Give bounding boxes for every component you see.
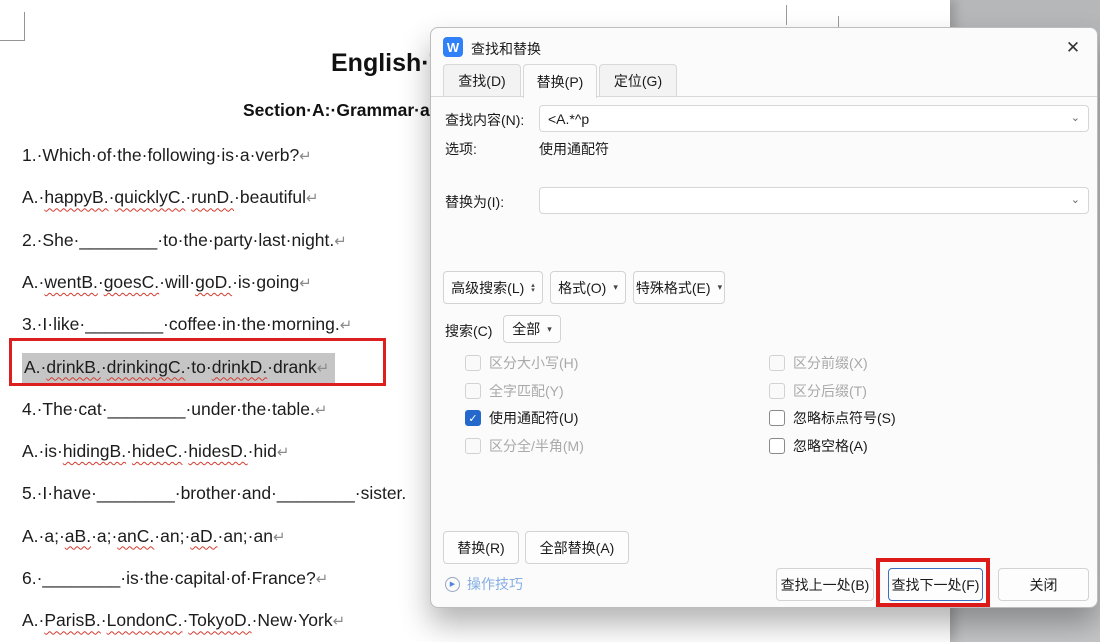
advanced-search-label: 高级搜索(L) [451,279,525,296]
checkbox-box-icon [465,382,481,399]
paragraph-mark-icon: ↵ [334,232,347,250]
special-format-button[interactable]: 特殊格式(E) ▾ [633,271,725,304]
paragraph-mark-icon: ↵ [299,148,312,165]
margin-tick-mark [838,16,839,27]
checkbox-label: 忽略标点符号(S) [793,410,896,427]
doc-line-4[interactable]: A.·wentB.·goesC.·will·goD.·is·going↵ [22,270,312,296]
dropdown-arrow-icon: ▾ [717,282,723,292]
checkbox-ignore-punctuation[interactable]: 忽略标点符号(S) [769,408,896,428]
checkbox-box-icon [465,438,481,455]
document-title: English·T [331,49,445,77]
find-previous-button[interactable]: 查找上一处(B) [776,568,874,601]
advanced-search-button[interactable]: 高级搜索(L) ▴ ▾ [443,271,543,304]
paragraph-mark-icon: ↵ [339,317,353,335]
checkbox-match-prefix: 区分前缀(X) [769,353,868,373]
special-format-label: 特殊格式(E) [635,279,711,296]
checkbox-use-wildcards[interactable]: ✓ 使用通配符(U) [465,408,578,428]
doc-line-9[interactable]: 5.·I·have·________·brother·and·________·… [22,481,406,505]
doc-line-12[interactable]: A.·ParisB.·LondonC.·TokyoD.·New·York↵ [22,608,345,634]
checkbox-box-icon [769,382,785,399]
options-value: 使用通配符 [539,141,609,157]
format-button[interactable]: 格式(O) ▾ [550,271,626,304]
tab-find[interactable]: 查找(D) [443,64,521,96]
checkbox-label: 使用通配符(U) [489,410,579,427]
doc-line-3[interactable]: 2.·She·________·to·the·party·last·night.… [22,228,347,254]
replace-all-button[interactable]: 全部替换(A) [525,531,629,564]
find-replace-dialog: W 查找和替换 ✕ 查找(D) 替换(P) 定位(G) 查找内容(N): <A.*^… [430,27,1098,608]
dropdown-arrow-icon: ▾ [613,282,618,292]
checkbox-whole-word: 全字匹配(Y) [465,381,564,401]
checkbox-box-icon [769,438,785,455]
tab-goto[interactable]: 定位(G) [599,64,677,96]
doc-line-5[interactable]: 3.·I·like·________·coffee·in·the·morning… [22,312,352,338]
paragraph-mark-icon: ↵ [314,401,328,419]
close-icon[interactable]: ✕ [1059,34,1087,62]
checkbox-match-case: 区分大小写(H) [465,353,578,373]
margin-corner-mark [0,12,25,41]
dropdown-arrow-icon: ▾ [547,323,552,334]
format-label: 格式(O) [558,279,607,296]
chevron-down-icon[interactable]: ⌄ [1071,113,1080,124]
find-input-value: <A.*^p [548,110,590,127]
doc-line-7[interactable]: 4.·The·cat·________·under·the·table.↵ [22,397,327,423]
checkbox-ignore-whitespace[interactable]: 忽略空格(A) [769,436,868,456]
checkbox-match-suffix: 区分后缀(T) [769,381,867,401]
options-label: 选项: [445,141,477,157]
checkbox-label: 区分全/半角(M) [489,438,584,455]
replace-input[interactable]: ⌄ [539,187,1089,214]
replace-button[interactable]: 替换(R) [443,531,519,564]
operation-tips-link[interactable]: ▶ 操作技巧 [445,574,523,594]
chevron-down-icon[interactable]: ⌄ [1071,195,1080,206]
find-label: 查找内容(N): [445,112,525,128]
operation-tips-label: 操作技巧 [467,576,523,592]
wps-app-icon: W [443,37,463,57]
doc-line-2[interactable]: A.·happyB.·quicklyC.·runD.·beautiful↵ [22,185,319,211]
annotation-box-selected-line [9,338,386,386]
checkbox-box-icon [769,410,785,427]
checkbox-label: 全字匹配(Y) [489,382,564,399]
paragraph-mark-icon: ↵ [299,274,312,292]
paragraph-mark-icon: ↵ [315,571,329,588]
find-input[interactable]: <A.*^p ⌄ [539,105,1089,132]
doc-line-1[interactable]: 1.·Which·of·the·following·is·a·verb?↵ [22,143,312,169]
paragraph-mark-icon: ↵ [332,613,346,631]
search-scope-dropdown[interactable]: 全部 ▾ [503,315,561,343]
updown-arrow-icon: ▴ ▾ [531,281,535,294]
checkbox-label: 区分前缀(X) [793,355,868,371]
checkbox-box-icon [465,355,481,371]
checkbox-box-icon [769,355,785,371]
doc-line-8[interactable]: A.·is·hidingB.·hideC.·hidesD.·hid↵ [22,439,289,465]
checkbox-full-half-width: 区分全/半角(M) [465,436,584,456]
checkbox-box-icon: ✓ [465,410,481,427]
search-scope-value: 全部 [512,321,541,337]
dialog-title: 查找和替换 [471,41,541,57]
margin-tick-mark [786,5,787,25]
tab-replace[interactable]: 替换(P) [523,64,597,98]
paragraph-mark-icon: ↵ [272,528,286,546]
close-button[interactable]: 关闭 [998,568,1089,601]
checkbox-label: 忽略空格(A) [793,438,868,455]
checkbox-label: 区分大小写(H) [489,355,579,371]
paragraph-mark-icon: ↵ [276,444,290,462]
doc-line-10[interactable]: A.·a;·aB.·a;·anC.·an;·aD.·an;·an↵ [22,524,286,550]
replace-with-label: 替换为(I): [445,194,505,210]
paragraph-mark-icon: ↵ [306,190,319,208]
doc-line-11[interactable]: 6.·________·is·the·capital·of·France?↵ [22,566,328,592]
search-scope-label: 搜索(C) [445,323,493,339]
annotation-box-find-next [876,558,990,607]
play-circle-icon: ▶ [445,576,460,592]
document-subtitle: Section·A:·Grammar·a [243,100,430,120]
checkbox-label: 区分后缀(T) [793,382,867,399]
